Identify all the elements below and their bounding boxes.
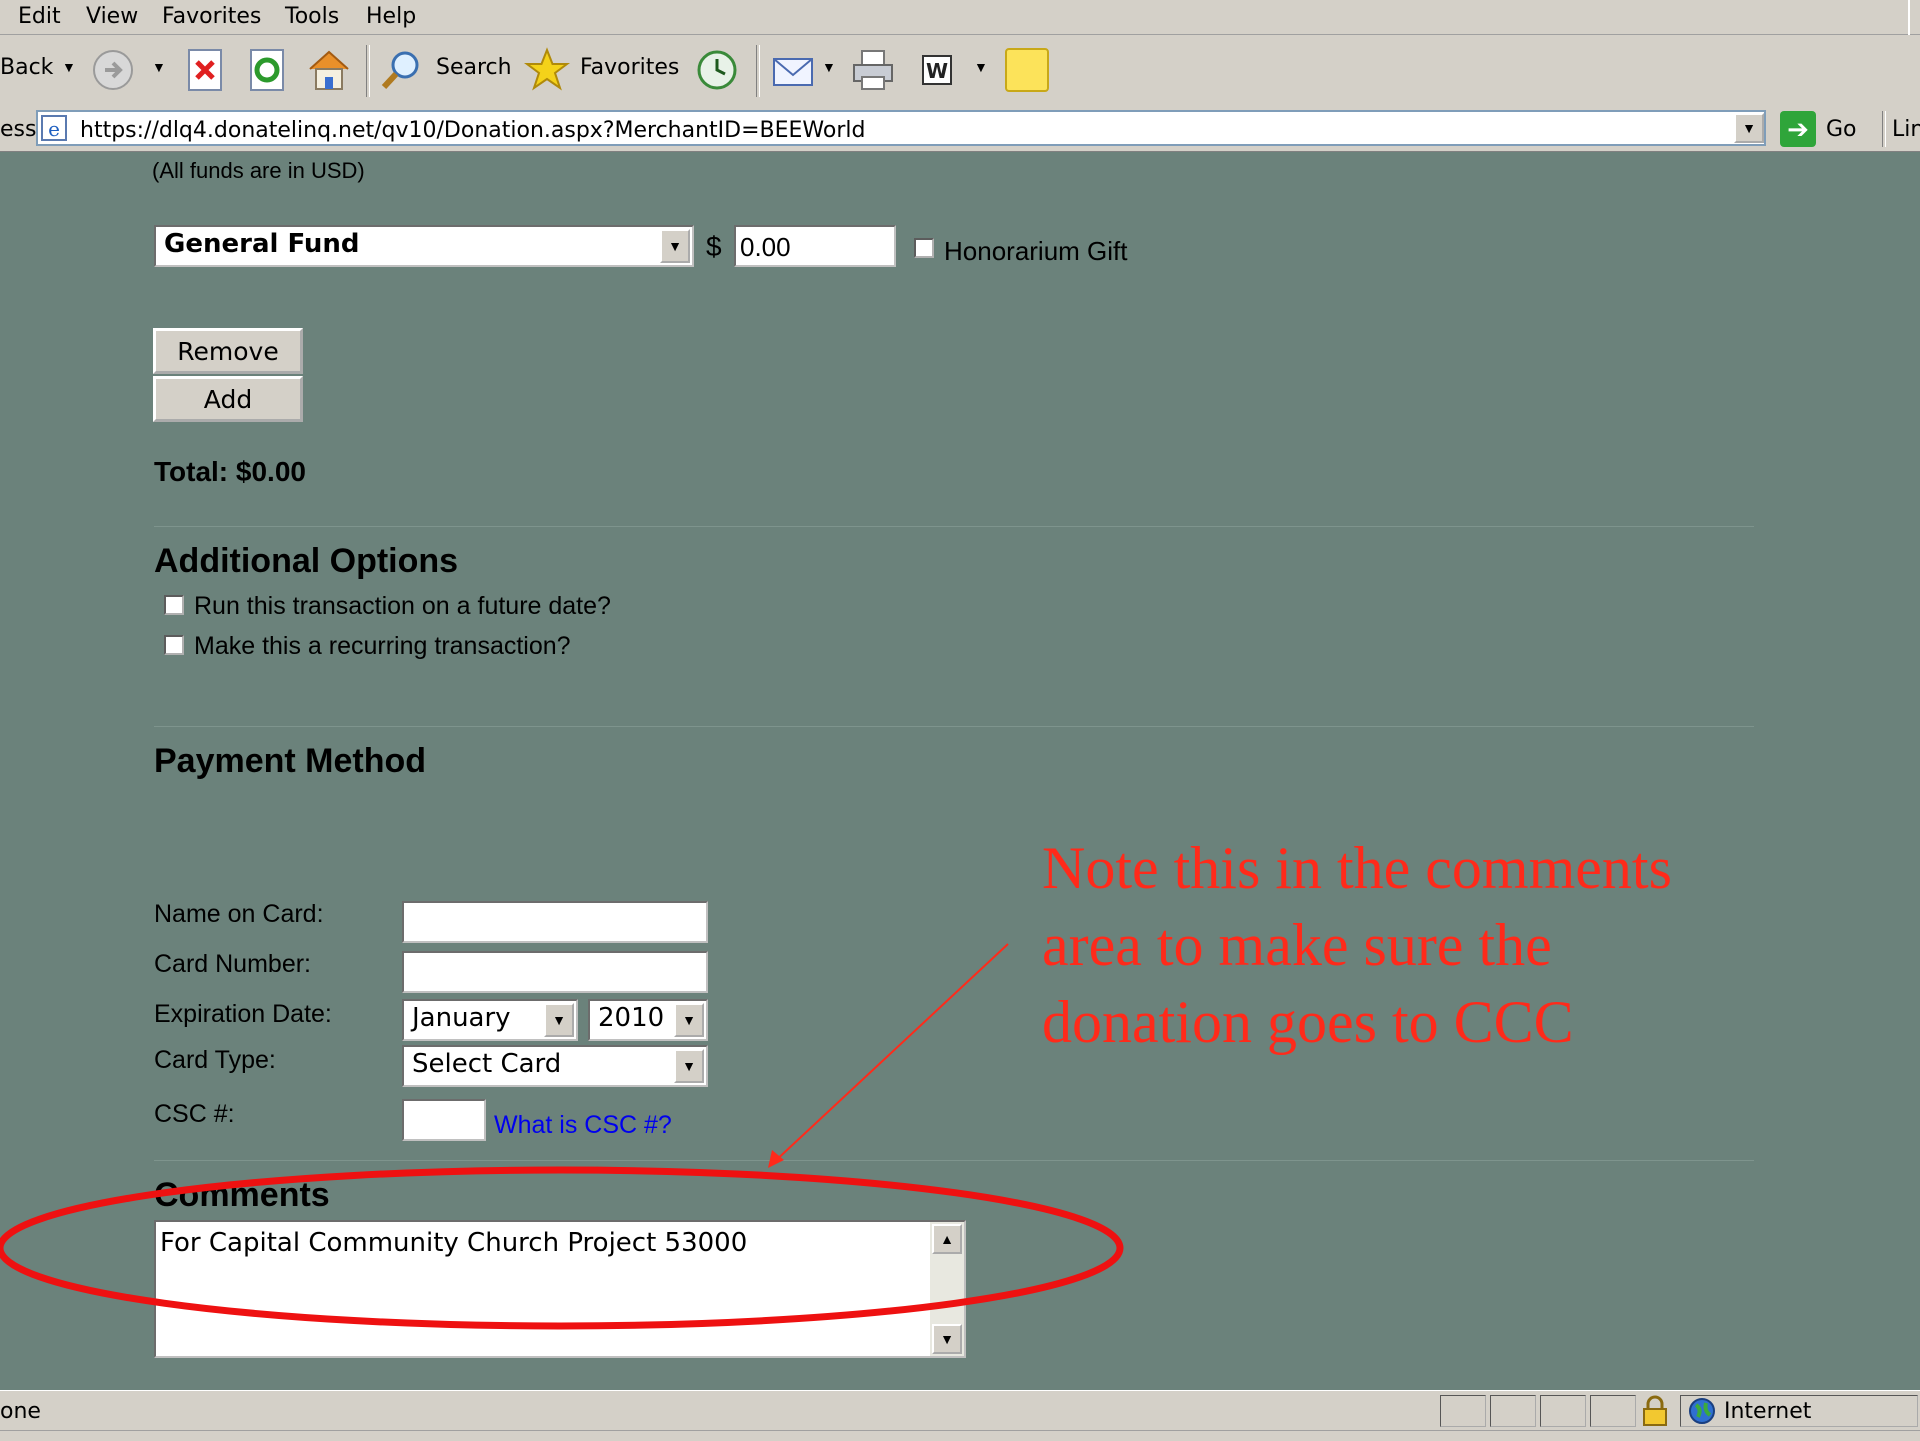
globe-icon: [1688, 1397, 1716, 1425]
status-pane: [1440, 1395, 1486, 1427]
annotation-overlay: [0, 943, 1124, 1330]
annotation-note: Note this in the comments area to make s…: [1042, 830, 1672, 1061]
annotation-line: Note this in the comments: [1042, 835, 1672, 901]
taskbar-edge: [0, 1430, 1920, 1441]
highlight-ellipse: [0, 1166, 1124, 1330]
annotation-arrow-line: [771, 943, 1009, 1165]
annotation-line: donation goes to CCC: [1042, 989, 1574, 1055]
status-text: one: [0, 1399, 41, 1424]
status-pane: [1590, 1395, 1636, 1427]
zone-label: Internet: [1724, 1399, 1812, 1424]
status-pane: [1540, 1395, 1586, 1427]
status-pane: [1490, 1395, 1536, 1427]
annotation-arrowhead: [768, 1150, 784, 1168]
lock-icon: [1640, 1395, 1670, 1427]
annotation-line: area to make sure the: [1042, 912, 1552, 978]
status-bar: one Internet: [0, 1390, 1920, 1431]
